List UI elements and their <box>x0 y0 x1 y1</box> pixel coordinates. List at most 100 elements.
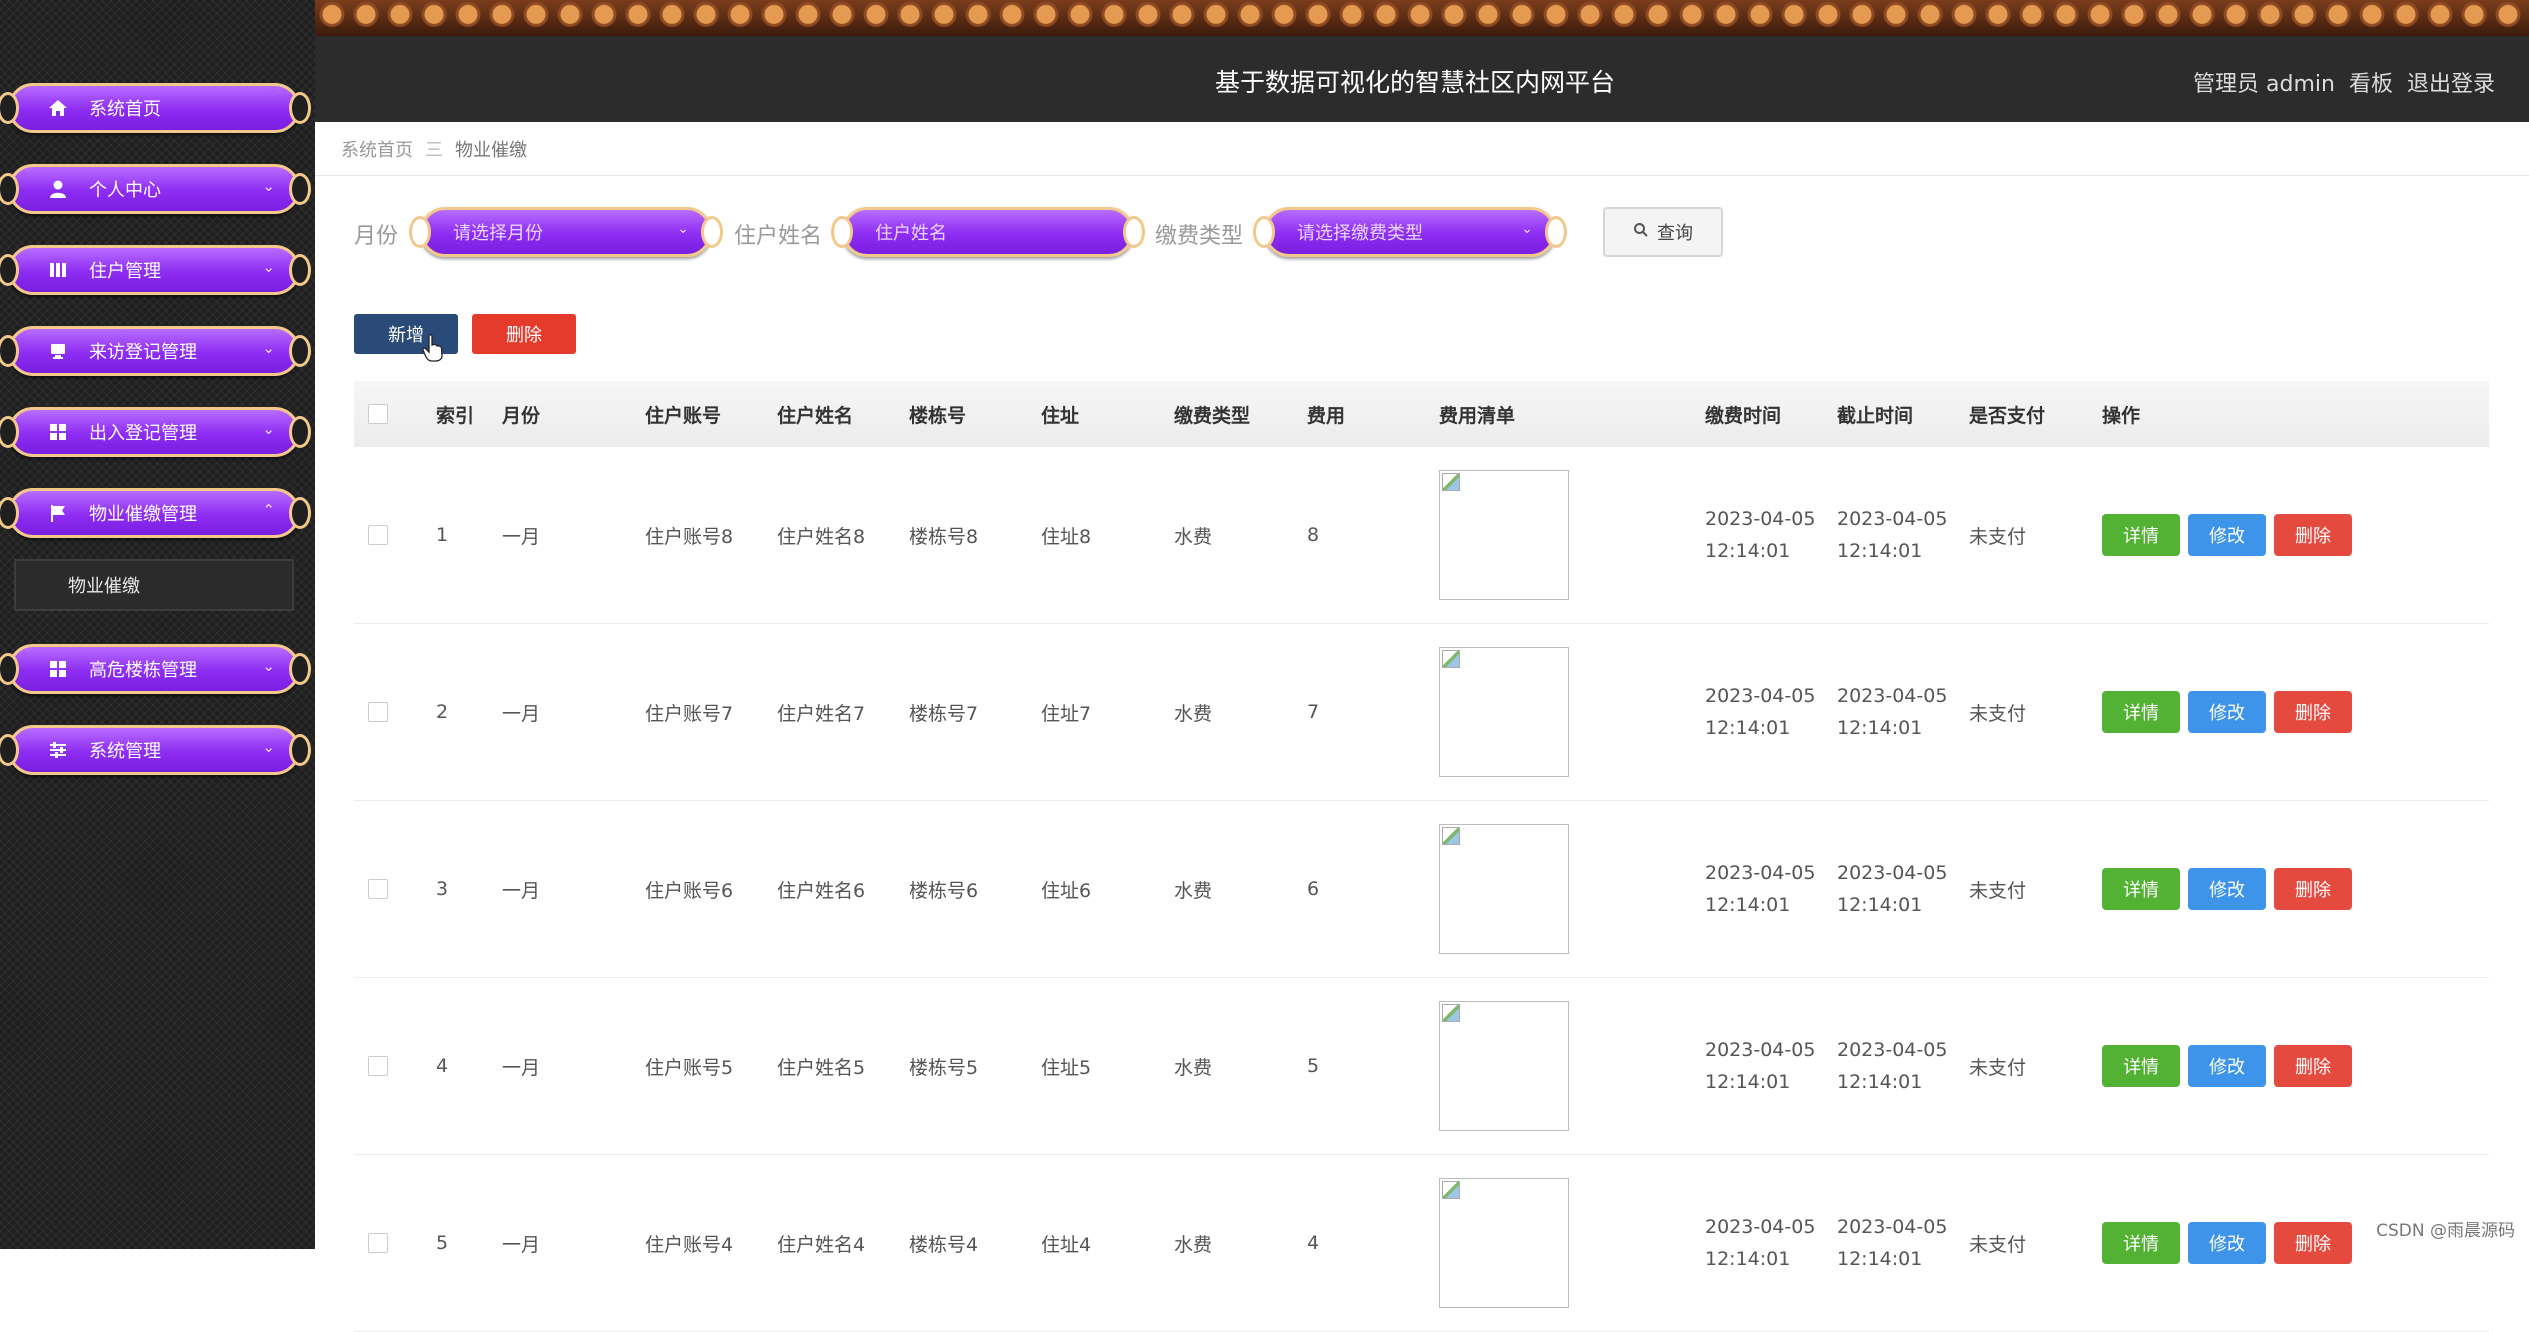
delete-button[interactable]: 删除 <box>2274 691 2352 733</box>
fee-list-image[interactable] <box>1439 824 1569 954</box>
cell-pay-time: 2023-04-05 12:14:01 <box>1705 1155 1815 1331</box>
header-name: 住户姓名 <box>777 404 854 427</box>
fee-type-placeholder: 请选择缴费类型 <box>1297 223 1423 244</box>
row-checkbox-cell[interactable] <box>368 801 388 977</box>
cell-pay-time: 2023-04-05 12:14:01 <box>1705 978 1815 1154</box>
sidebar-item-label: 住户管理 <box>89 261 161 282</box>
sidebar-item-home[interactable]: 系统首页 <box>0 83 311 133</box>
fee-type-label: 缴费类型 <box>1155 224 1244 249</box>
breadcrumb-home[interactable]: 系统首页 <box>341 136 413 162</box>
due-date: 2023-04-05 <box>1837 685 1948 707</box>
cell-fee: 4 <box>1307 1232 1320 1254</box>
cell-index: 5 <box>436 1232 449 1254</box>
header-fee-type: 缴费类型 <box>1174 404 1251 427</box>
month-select[interactable]: 请选择月份 ⌄ <box>409 207 723 257</box>
table-row: 3 一月 住户账号6 住户姓名6 楼栋号6 住址6 水费 6 2023-04-0… <box>354 801 2489 978</box>
detail-button[interactable]: 详情 <box>2102 514 2180 556</box>
header-due-time: 截止时间 <box>1837 404 1914 427</box>
cell-building: 楼栋号4 <box>909 1233 979 1256</box>
pay-date: 2023-04-05 <box>1705 685 1816 707</box>
sidebar-subitem-property-fee[interactable]: 物业催缴 <box>14 559 294 611</box>
delete-button[interactable]: 删除 <box>2274 514 2352 556</box>
fee-list-image[interactable] <box>1439 1178 1569 1308</box>
menu-ornament-left <box>0 497 19 529</box>
input-ornament-left <box>1253 216 1275 248</box>
cell-fee: 5 <box>1307 1055 1320 1077</box>
fee-list-image[interactable] <box>1439 470 1569 600</box>
row-checkbox-cell[interactable] <box>368 624 388 800</box>
row-checkbox[interactable] <box>368 1056 388 1076</box>
row-checkbox[interactable] <box>368 525 388 545</box>
edit-button[interactable]: 修改 <box>2188 691 2266 733</box>
sidebar: 系统首页 个人中心 ⌄ 住户管理 ⌄ 来访登记管理 ⌄ 出入登记管理 ⌄ 物业催… <box>0 0 315 1249</box>
pay-date: 2023-04-05 <box>1705 1216 1816 1238</box>
row-checkbox[interactable] <box>368 702 388 722</box>
fee-list-image[interactable] <box>1439 647 1569 777</box>
edit-button[interactable]: 修改 <box>2188 1222 2266 1264</box>
resident-name-input[interactable]: 住户姓名 <box>831 207 1145 257</box>
row-checkbox[interactable] <box>368 879 388 899</box>
breadcrumb: 系统首页 三 物业催缴 <box>315 122 2529 176</box>
select-all-cell[interactable] <box>368 381 388 447</box>
due-clock: 12:14:01 <box>1837 1248 1923 1270</box>
cell-due-time: 2023-04-05 12:14:01 <box>1837 447 1947 623</box>
select-all-checkbox[interactable] <box>368 404 388 424</box>
pay-date: 2023-04-05 <box>1705 1039 1816 1061</box>
sidebar-item-access-registration[interactable]: 出入登记管理 ⌄ <box>0 407 311 457</box>
header-building: 楼栋号 <box>909 404 967 427</box>
row-checkbox[interactable] <box>368 1233 388 1253</box>
sidebar-item-system-management[interactable]: 系统管理 ⌄ <box>0 725 311 775</box>
delete-button[interactable]: 删除 <box>2274 1045 2352 1087</box>
sidebar-item-high-risk-building[interactable]: 高危楼栋管理 ⌄ <box>0 644 311 694</box>
row-checkbox-cell[interactable] <box>368 978 388 1154</box>
broken-image-icon <box>1442 1181 1460 1199</box>
cell-name: 住户姓名6 <box>777 879 866 902</box>
row-checkbox-cell[interactable] <box>368 447 388 623</box>
cell-fee-list <box>1439 801 1569 977</box>
delete-button[interactable]: 删除 <box>2274 868 2352 910</box>
delete-button[interactable]: 删除 <box>2274 1222 2352 1264</box>
logout-link[interactable]: 退出登录 <box>2407 66 2495 98</box>
cell-address: 住址4 <box>1041 1233 1092 1256</box>
sidebar-item-label: 系统首页 <box>89 99 161 120</box>
cell-month: 一月 <box>502 879 541 902</box>
sidebar-item-personal-center[interactable]: 个人中心 ⌄ <box>0 164 311 214</box>
watermark: CSDN @雨晨源码 <box>2376 1221 2515 1241</box>
cell-address: 住址7 <box>1041 702 1092 725</box>
fee-type-select[interactable]: 请选择缴费类型 ⌄ <box>1253 207 1567 257</box>
flag-icon <box>47 502 69 524</box>
cell-fee: 7 <box>1307 701 1320 723</box>
detail-button[interactable]: 详情 <box>2102 1045 2180 1087</box>
top-header: 基于数据可视化的智慧社区内网平台 管理员 admin 看板 退出登录 <box>315 0 2529 122</box>
header-index: 索引 <box>436 404 475 427</box>
row-checkbox-cell[interactable] <box>368 1155 388 1331</box>
board-link[interactable]: 看板 <box>2349 66 2393 98</box>
cell-paid: 未支付 <box>1969 702 2027 725</box>
sidebar-item-property-fee-management[interactable]: 物业催缴管理 ⌃ <box>0 488 311 538</box>
broken-image-icon <box>1442 827 1460 845</box>
resident-name-label: 住户姓名 <box>734 224 823 249</box>
menu-ornament-right <box>289 416 311 448</box>
edit-button[interactable]: 修改 <box>2188 868 2266 910</box>
fee-list-image[interactable] <box>1439 1001 1569 1131</box>
table-row: 4 一月 住户账号5 住户姓名5 楼栋号5 住址5 水费 5 2023-04-0… <box>354 978 2489 1155</box>
fee-table: 索引 月份 住户账号 住户姓名 楼栋号 住址 缴费类型 费用 费用清单 缴费时间… <box>354 381 2489 1332</box>
edit-button[interactable]: 修改 <box>2188 514 2266 556</box>
cell-actions: 详情 修改 删除 <box>2102 978 2360 1154</box>
sidebar-item-resident-management[interactable]: 住户管理 ⌄ <box>0 245 311 295</box>
batch-delete-button[interactable]: 删除 <box>472 314 576 354</box>
sidebar-item-visitor-registration[interactable]: 来访登记管理 ⌄ <box>0 326 311 376</box>
cell-fee-list <box>1439 624 1569 800</box>
pay-clock: 12:14:01 <box>1705 1071 1791 1093</box>
query-button-label: 查询 <box>1657 223 1693 244</box>
cell-account: 住户账号7 <box>645 702 734 725</box>
menu-ornament-left <box>0 92 19 124</box>
detail-button[interactable]: 详情 <box>2102 691 2180 733</box>
query-button[interactable]: 查询 <box>1603 207 1723 257</box>
grid-icon <box>47 658 69 680</box>
cell-paid: 未支付 <box>1969 1233 2027 1256</box>
detail-button[interactable]: 详情 <box>2102 1222 2180 1264</box>
edit-button[interactable]: 修改 <box>2188 1045 2266 1087</box>
detail-button[interactable]: 详情 <box>2102 868 2180 910</box>
cell-fee: 8 <box>1307 524 1320 546</box>
